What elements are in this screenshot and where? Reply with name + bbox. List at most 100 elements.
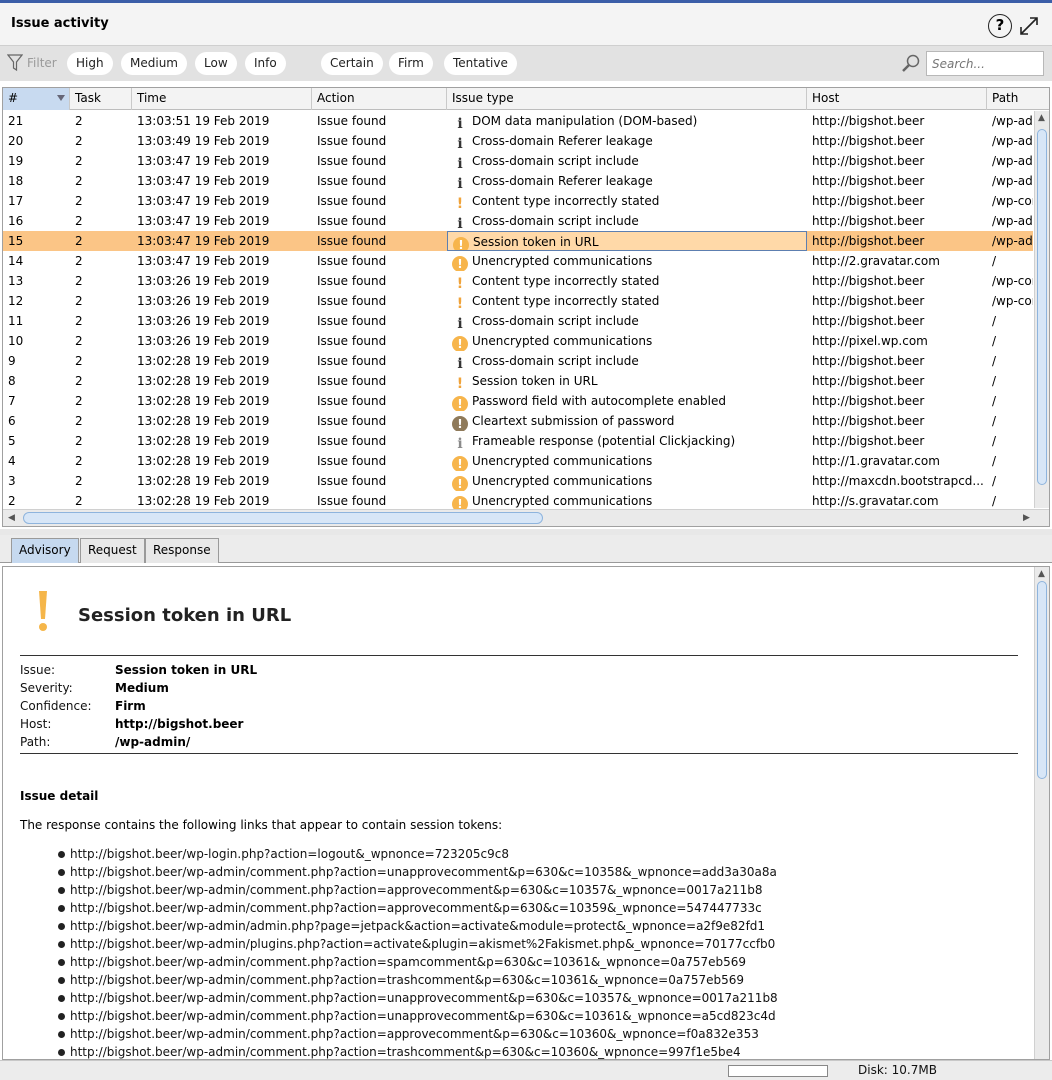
low-icon: ! xyxy=(456,376,464,391)
expand-icon[interactable] xyxy=(1018,15,1040,37)
filter-label[interactable]: Filter xyxy=(27,56,57,70)
session-token-link[interactable]: http://bigshot.beer/wp-admin/comment.php… xyxy=(58,1043,778,1059)
field-key: Path: xyxy=(20,735,51,749)
cell-issue-type: i Cross-domain script include xyxy=(447,311,807,331)
table-horizontal-scroll-thumb[interactable] xyxy=(23,512,543,524)
filter-medium-pill[interactable]: Medium xyxy=(121,52,187,75)
col-header-issue-type[interactable]: Issue type xyxy=(447,88,807,110)
table-row[interactable]: 6 2 13:02:28 19 Feb 2019 Issue found! Cleart… xyxy=(3,411,1033,431)
session-token-link[interactable]: http://bigshot.beer/wp-admin/comment.php… xyxy=(58,881,778,899)
table-row[interactable]: 12 2 13:03:26 19 Feb 2019 Issue found! Conte… xyxy=(3,291,1033,311)
sort-desc-icon xyxy=(57,95,65,101)
table-horizontal-scrollbar[interactable]: ◀ ▶ xyxy=(3,509,1049,526)
low-icon: ! xyxy=(456,296,464,311)
col-header-time[interactable]: Time xyxy=(132,88,312,110)
help-icon[interactable]: ? xyxy=(988,14,1012,38)
col-header-number[interactable]: # xyxy=(3,88,70,110)
cell-action: Issue found xyxy=(317,114,387,128)
scroll-right-icon[interactable]: ▶ xyxy=(1023,513,1030,523)
table-vertical-scroll-thumb[interactable] xyxy=(1037,129,1047,485)
cell-host: http://bigshot.beer xyxy=(812,154,925,168)
table-row[interactable]: 14 2 13:03:47 19 Feb 2019 Issue found! Unenc… xyxy=(3,251,1033,271)
tab-advisory[interactable]: Advisory xyxy=(11,538,79,563)
filter-icon[interactable] xyxy=(7,54,23,72)
status-bar: Disk: 10.7MB xyxy=(0,1060,1052,1080)
table-body: 21 2 13:03:51 19 Feb 2019 Issue found i DOM d… xyxy=(3,111,1033,511)
cell-time: 13:02:28 19 Feb 2019 xyxy=(137,374,270,388)
cell-task: 2 xyxy=(75,414,83,428)
tab-response[interactable]: Response xyxy=(145,538,219,563)
low-icon: ! xyxy=(456,196,464,211)
field-value: Firm xyxy=(115,699,146,713)
session-token-link[interactable]: http://bigshot.beer/wp-admin/plugins.php… xyxy=(58,935,778,953)
advisory-vertical-scrollbar[interactable]: ▲ xyxy=(1034,567,1049,1059)
table-row[interactable]: 19 2 13:03:47 19 Feb 2019 Issue found i Cross… xyxy=(3,151,1033,171)
session-token-link[interactable]: http://bigshot.beer/wp-admin/comment.php… xyxy=(58,899,778,917)
table-row[interactable]: 16 2 13:03:47 19 Feb 2019 Issue found i Cross… xyxy=(3,211,1033,231)
scroll-left-icon[interactable]: ◀ xyxy=(8,513,15,523)
session-token-link[interactable]: http://bigshot.beer/wp-login.php?action=… xyxy=(58,845,778,863)
table-row[interactable]: 13 2 13:03:26 19 Feb 2019 Issue found! Conte… xyxy=(3,271,1033,291)
table-row[interactable]: 20 2 13:03:49 19 Feb 2019 Issue found i Cross… xyxy=(3,131,1033,151)
cell-time: 13:03:26 19 Feb 2019 xyxy=(137,334,270,348)
cell-issue-type: ! Session token in URL xyxy=(447,231,807,251)
table-vertical-scrollbar[interactable]: ▲ xyxy=(1034,111,1049,508)
session-token-link[interactable]: http://bigshot.beer/wp-admin/comment.php… xyxy=(58,863,778,881)
info-light-icon: i xyxy=(457,436,463,451)
issue-type-label: Cross-domain script include xyxy=(472,354,639,368)
table-row[interactable]: 9 2 13:02:28 19 Feb 2019 Issue found i Cross-… xyxy=(3,351,1033,371)
table-row[interactable]: 10 2 13:03:26 19 Feb 2019 Issue found! Unenc… xyxy=(3,331,1033,351)
scroll-up-icon[interactable]: ▲ xyxy=(1038,113,1045,123)
cell-action: Issue found xyxy=(317,254,387,268)
cell-action: Issue found xyxy=(317,174,387,188)
tab-request[interactable]: Request xyxy=(80,538,145,563)
col-header-action[interactable]: Action xyxy=(312,88,447,110)
table-row[interactable]: 4 2 13:02:28 19 Feb 2019 Issue found! Unencr… xyxy=(3,451,1033,471)
cell-issue-type: ! Content type incorrectly stated xyxy=(447,271,807,291)
table-row[interactable]: 2 2 13:02:28 19 Feb 2019 Issue found ! Unencr… xyxy=(3,491,1033,511)
high-icon: ! xyxy=(452,416,468,431)
scroll-up-icon[interactable]: ▲ xyxy=(1038,569,1045,579)
session-token-links: http://bigshot.beer/wp-login.php?action=… xyxy=(58,845,778,1059)
session-token-link[interactable]: http://bigshot.beer/wp-admin/comment.php… xyxy=(58,1007,778,1025)
col-header-task[interactable]: Task xyxy=(70,88,132,110)
advisory-vertical-scroll-thumb[interactable] xyxy=(1037,581,1047,779)
cell-host: http://bigshot.beer xyxy=(812,194,925,208)
filter-certain-pill[interactable]: Certain xyxy=(321,52,383,75)
cell-action: Issue found xyxy=(317,454,387,468)
issue-type-label: Unencrypted communications xyxy=(472,254,653,268)
issue-type-label: Frameable response (potential Clickjacki… xyxy=(472,434,736,448)
session-token-link[interactable]: http://bigshot.beer/wp-admin/comment.php… xyxy=(58,953,778,971)
session-token-link[interactable]: http://bigshot.beer/wp-admin/comment.php… xyxy=(58,989,778,1007)
filter-tentative-pill[interactable]: Tentative xyxy=(444,52,517,75)
table-row[interactable]: 21 2 13:03:51 19 Feb 2019 Issue found i DOM d… xyxy=(3,111,1033,131)
table-row[interactable]: 5 2 13:02:28 19 Feb 2019 Issue found i Framea… xyxy=(3,431,1033,451)
table-row[interactable]: 15 2 13:03:47 19 Feb 2019 Issue found! Sessi… xyxy=(3,231,1033,251)
cell-time: 13:03:49 19 Feb 2019 xyxy=(137,134,270,148)
cell-path: /wp-cor xyxy=(992,274,1033,288)
cell-issue-type: ! Unencrypted communications xyxy=(447,491,807,511)
filter-high-pill[interactable]: High xyxy=(67,52,113,75)
cell-issue-type: i Frameable response (potential Clickjack… xyxy=(447,431,807,451)
search-input[interactable] xyxy=(926,51,1044,76)
col-header-host[interactable]: Host xyxy=(807,88,987,110)
session-token-link[interactable]: http://bigshot.beer/wp-admin/admin.php?p… xyxy=(58,917,778,935)
cell-host: http://bigshot.beer xyxy=(812,294,925,308)
table-row[interactable]: 3 2 13:02:28 19 Feb 2019 Issue found! Unencr… xyxy=(3,471,1033,491)
table-row[interactable]: 8 2 13:02:28 19 Feb 2019 Issue found! Sessio… xyxy=(3,371,1033,391)
filter-low-pill[interactable]: Low xyxy=(195,52,237,75)
filter-firm-pill[interactable]: Firm xyxy=(389,52,433,75)
medium-icon: ! xyxy=(452,476,468,491)
table-row[interactable]: 11 2 13:03:26 19 Feb 2019 Issue found i Cross… xyxy=(3,311,1033,331)
search-icon[interactable] xyxy=(900,53,922,75)
table-row[interactable]: 7 2 13:02:28 19 Feb 2019 Issue found! Passwo… xyxy=(3,391,1033,411)
col-header-path[interactable]: Path xyxy=(987,88,1049,110)
session-token-link[interactable]: http://bigshot.beer/wp-admin/comment.php… xyxy=(58,1025,778,1043)
table-row[interactable]: 17 2 13:03:47 19 Feb 2019 Issue found! Conte… xyxy=(3,191,1033,211)
filter-info-pill[interactable]: Info xyxy=(245,52,286,75)
issue-type-label: Unencrypted communications xyxy=(472,474,653,488)
info-icon: i xyxy=(457,156,463,171)
table-row[interactable]: 18 2 13:03:47 19 Feb 2019 Issue found i Cross… xyxy=(3,171,1033,191)
cell-action: Issue found xyxy=(317,134,387,148)
session-token-link[interactable]: http://bigshot.beer/wp-admin/comment.php… xyxy=(58,971,778,989)
